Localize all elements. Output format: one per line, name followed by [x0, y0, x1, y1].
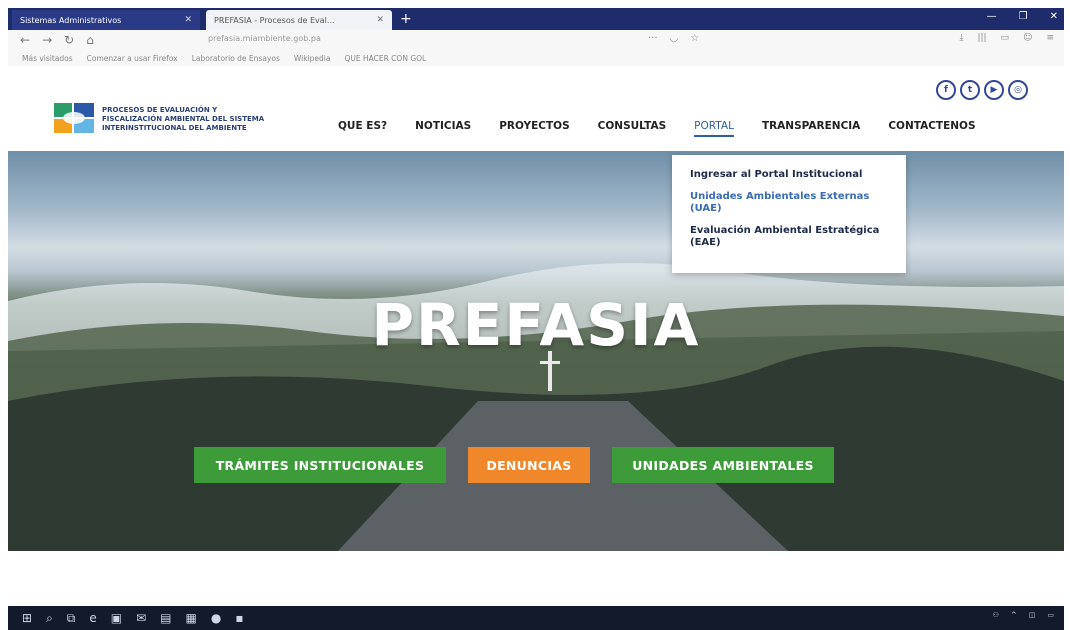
close-icon[interactable]: ✕	[376, 15, 384, 25]
tab-label: PREFASIA - Procesos de Eval...	[214, 15, 335, 25]
back-icon[interactable]: ←	[20, 33, 30, 47]
store-icon[interactable]: ▣	[111, 611, 122, 625]
menu-item-portal[interactable]: PORTAL	[694, 120, 734, 137]
tab-sistemas[interactable]: Sistemas Administrativos ✕	[12, 10, 200, 30]
bookmark-item[interactable]: Laboratorio de Ensayos	[192, 54, 280, 63]
app-icon[interactable]: ▪	[235, 611, 243, 625]
menu-item-transparencia[interactable]: TRANSPARENCIA	[762, 120, 860, 137]
minimize-icon[interactable]: —	[987, 11, 997, 22]
dropdown-item-uae[interactable]: Unidades Ambientales Externas (UAE)	[690, 191, 888, 215]
menu-item-consultas[interactable]: CONSULTAS	[598, 120, 667, 137]
tramites-button[interactable]: TRÁMITES INSTITUCIONALES	[194, 447, 446, 483]
pocket-icon[interactable]: ◡	[670, 33, 679, 44]
website: PROCESOS DE EVALUACIÓN Y FISCALIZACIÓN A…	[8, 66, 1064, 566]
search-icon[interactable]: ⌕	[46, 611, 53, 626]
sidebar-icon[interactable]: ▭	[1001, 33, 1010, 43]
hero-title: PREFASIA	[371, 291, 701, 359]
tray-chevron-icon[interactable]: ^	[1011, 611, 1017, 619]
browser-navbar: ← → ↻ ⌂ prefasia.miambiente.gob.pa ··· ◡…	[8, 30, 1064, 50]
reload-icon[interactable]: ↻	[64, 33, 74, 47]
windows-start-icon[interactable]: ⊞	[22, 611, 32, 625]
network-icon[interactable]: ◫	[1029, 611, 1036, 619]
calendar-icon[interactable]: ▦	[186, 611, 197, 625]
more-icon[interactable]: ···	[648, 33, 658, 44]
denuncias-button[interactable]: DENUNCIAS	[468, 447, 590, 483]
firefox-icon[interactable]: ●	[211, 611, 221, 625]
main-menu: QUE ES? NOTICIAS PROYECTOS CONSULTAS POR…	[338, 120, 1004, 137]
menu-icon[interactable]: ≡	[1046, 33, 1054, 43]
mail-icon[interactable]: ✉	[136, 611, 146, 625]
close-icon[interactable]: ✕	[184, 15, 192, 25]
taskbar: ⊞ ⌕ ⧉ e ▣ ✉ ▤ ▦ ● ▪ ⚇ ^ ◫ ▭	[8, 606, 1064, 630]
logo-mark-icon	[54, 101, 96, 137]
unidades-ambientales-button[interactable]: UNIDADES AMBIENTALES	[612, 447, 834, 483]
account-icon[interactable]: ☺	[1023, 33, 1032, 43]
portal-dropdown: Ingresar al Portal Institucional Unidade…	[672, 155, 906, 273]
dropdown-item-portal-institucional[interactable]: Ingresar al Portal Institucional	[690, 169, 888, 181]
maximize-icon[interactable]: ❐	[1019, 11, 1028, 22]
toolbar-icons: ⤓ ||| ▭ ☺ ≡	[959, 33, 1054, 43]
bookmark-item[interactable]: Wikipedia	[294, 54, 331, 63]
home-icon[interactable]: ⌂	[86, 33, 94, 47]
task-view-icon[interactable]: ⧉	[67, 611, 76, 626]
edge-icon[interactable]: e	[89, 611, 96, 625]
menu-item-proyectos[interactable]: PROYECTOS	[499, 120, 569, 137]
menu-item-que-es[interactable]: QUE ES?	[338, 120, 387, 137]
menu-item-noticias[interactable]: NOTICIAS	[415, 120, 471, 137]
bookmarks-bar: Más visitados Comenzar a usar Firefox La…	[8, 50, 1064, 66]
page-actions: ··· ◡ ☆	[648, 33, 699, 44]
site-logo[interactable]: PROCESOS DE EVALUACIÓN Y FISCALIZACIÓN A…	[54, 101, 264, 137]
folder-icon[interactable]: ▤	[160, 611, 171, 625]
logo-text: PROCESOS DE EVALUACIÓN Y FISCALIZACIÓN A…	[102, 105, 265, 132]
system-tray: ⚇ ^ ◫ ▭	[993, 611, 1054, 619]
forward-icon[interactable]: →	[42, 33, 52, 47]
social-links: f t ▶ ◎	[936, 80, 1028, 100]
tab-prefasia[interactable]: PREFASIA - Procesos de Eval... ✕	[206, 10, 392, 30]
dropdown-item-eae[interactable]: Evaluación Ambiental Estratégica (EAE)	[690, 225, 888, 249]
people-icon[interactable]: ⚇	[993, 611, 999, 619]
youtube-icon[interactable]: ▶	[984, 80, 1004, 100]
notifications-icon[interactable]: ▭	[1047, 611, 1054, 619]
bookmark-item[interactable]: Comenzar a usar Firefox	[87, 54, 178, 63]
facebook-icon[interactable]: f	[936, 80, 956, 100]
bookmark-item[interactable]: Más visitados	[22, 54, 73, 63]
close-icon[interactable]: ✕	[1050, 11, 1058, 22]
tab-label: Sistemas Administrativos	[20, 15, 122, 25]
browser-tab-bar: Sistemas Administrativos ✕ PREFASIA - Pr…	[8, 8, 1064, 30]
address-bar[interactable]: prefasia.miambiente.gob.pa	[208, 34, 321, 43]
new-tab-button[interactable]: +	[400, 10, 412, 28]
download-icon[interactable]: ⤓	[959, 33, 963, 43]
twitter-icon[interactable]: t	[960, 80, 980, 100]
library-icon[interactable]: |||	[977, 33, 986, 43]
bookmark-star-icon[interactable]: ☆	[690, 33, 699, 44]
window-controls: — ❐ ✕	[987, 11, 1058, 22]
instagram-icon[interactable]: ◎	[1008, 80, 1028, 100]
bookmark-item[interactable]: QUE HACER CON GOL	[344, 54, 426, 63]
menu-item-contactenos[interactable]: CONTACTENOS	[888, 120, 975, 137]
